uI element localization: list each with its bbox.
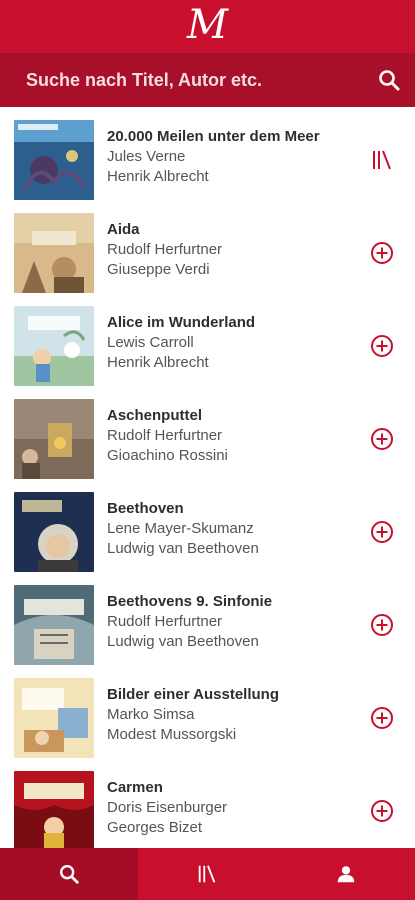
search-input[interactable]: Suche nach Titel, Autor etc. — [26, 70, 262, 91]
library-icon[interactable] — [370, 148, 394, 172]
book-author: Rudolf Herfurtner — [107, 613, 223, 630]
book-cover — [14, 678, 94, 758]
add-circle-icon[interactable] — [370, 520, 394, 544]
book-list-item[interactable]: Beethoven Lene Mayer-Skumanz Ludwig van … — [0, 479, 415, 572]
book-list-item[interactable]: Bilder einer Ausstellung Marko Simsa Mod… — [0, 665, 415, 758]
book-title: Beethoven — [107, 500, 184, 517]
book-title: Alice im Wunderland — [107, 314, 256, 331]
book-cover — [14, 120, 94, 200]
book-narrator: Ludwig van Beethoven — [107, 633, 259, 650]
book-author: Rudolf Herfurtner — [107, 427, 223, 444]
nav-search[interactable] — [0, 848, 139, 900]
book-narrator: Ludwig van Beethoven — [107, 540, 259, 557]
add-circle-icon[interactable] — [370, 613, 394, 637]
add-circle-icon[interactable] — [370, 427, 394, 451]
book-narrator: Henrik Albrecht — [107, 168, 209, 185]
book-title: Aida — [107, 221, 140, 238]
book-list-item[interactable]: 20.000 Meilen unter dem Meer Jules Verne… — [0, 107, 415, 200]
book-title: 20.000 Meilen unter dem Meer — [107, 128, 320, 145]
book-title: Bilder einer Ausstellung — [107, 686, 279, 703]
book-list-item[interactable]: Beethovens 9. Sinfonie Rudolf Herfurtner… — [0, 572, 415, 665]
app-logo: M — [187, 1, 228, 48]
bottom-navigation — [0, 848, 415, 900]
book-list-item[interactable]: Alice im Wunderland Lewis Carroll Henrik… — [0, 293, 415, 386]
search-bar[interactable]: Suche nach Titel, Autor etc. — [0, 53, 415, 107]
book-narrator: Georges Bizet — [107, 819, 203, 836]
book-narrator: Henrik Albrecht — [107, 354, 209, 371]
person-icon — [337, 866, 355, 883]
book-narrator: Modest Mussorgski — [107, 726, 237, 743]
book-cover — [14, 771, 94, 848]
book-cover — [14, 492, 94, 572]
book-author: Jules Verne — [107, 148, 186, 165]
book-cover — [14, 213, 94, 293]
add-circle-icon[interactable] — [370, 334, 394, 358]
book-title: Aschenputtel — [107, 407, 203, 424]
book-list-item[interactable]: Aida Rudolf Herfurtner Giuseppe Verdi — [0, 200, 415, 293]
add-circle-icon[interactable] — [370, 799, 394, 823]
book-cover — [14, 399, 94, 479]
add-circle-icon[interactable] — [370, 241, 394, 265]
book-cover — [14, 585, 94, 665]
book-cover — [14, 306, 94, 386]
book-author: Marko Simsa — [107, 706, 195, 723]
book-author: Doris Eisenburger — [107, 799, 228, 816]
book-list-item[interactable]: Carmen Doris Eisenburger Georges Bizet — [0, 758, 415, 848]
add-circle-icon[interactable] — [370, 706, 394, 730]
book-narrator: Gioachino Rossini — [107, 447, 228, 464]
app-header: M — [0, 0, 415, 53]
nav-library[interactable] — [138, 848, 276, 900]
search-icon — [60, 865, 79, 884]
book-title: Carmen — [107, 779, 163, 796]
book-author: Lewis Carroll — [107, 334, 194, 351]
book-list-item[interactable]: Aschenputtel Rudolf Herfurtner Gioachino… — [0, 386, 415, 479]
nav-profile[interactable] — [277, 848, 415, 900]
book-author: Lene Mayer-Skumanz — [107, 520, 254, 537]
search-icon[interactable] — [377, 68, 401, 92]
library-icon — [199, 865, 216, 883]
book-title: Beethovens 9. Sinfonie — [107, 593, 273, 610]
book-author: Rudolf Herfurtner — [107, 241, 223, 258]
book-narrator: Giuseppe Verdi — [107, 261, 210, 278]
book-list: 20.000 Meilen unter dem Meer Jules Verne… — [0, 107, 415, 848]
